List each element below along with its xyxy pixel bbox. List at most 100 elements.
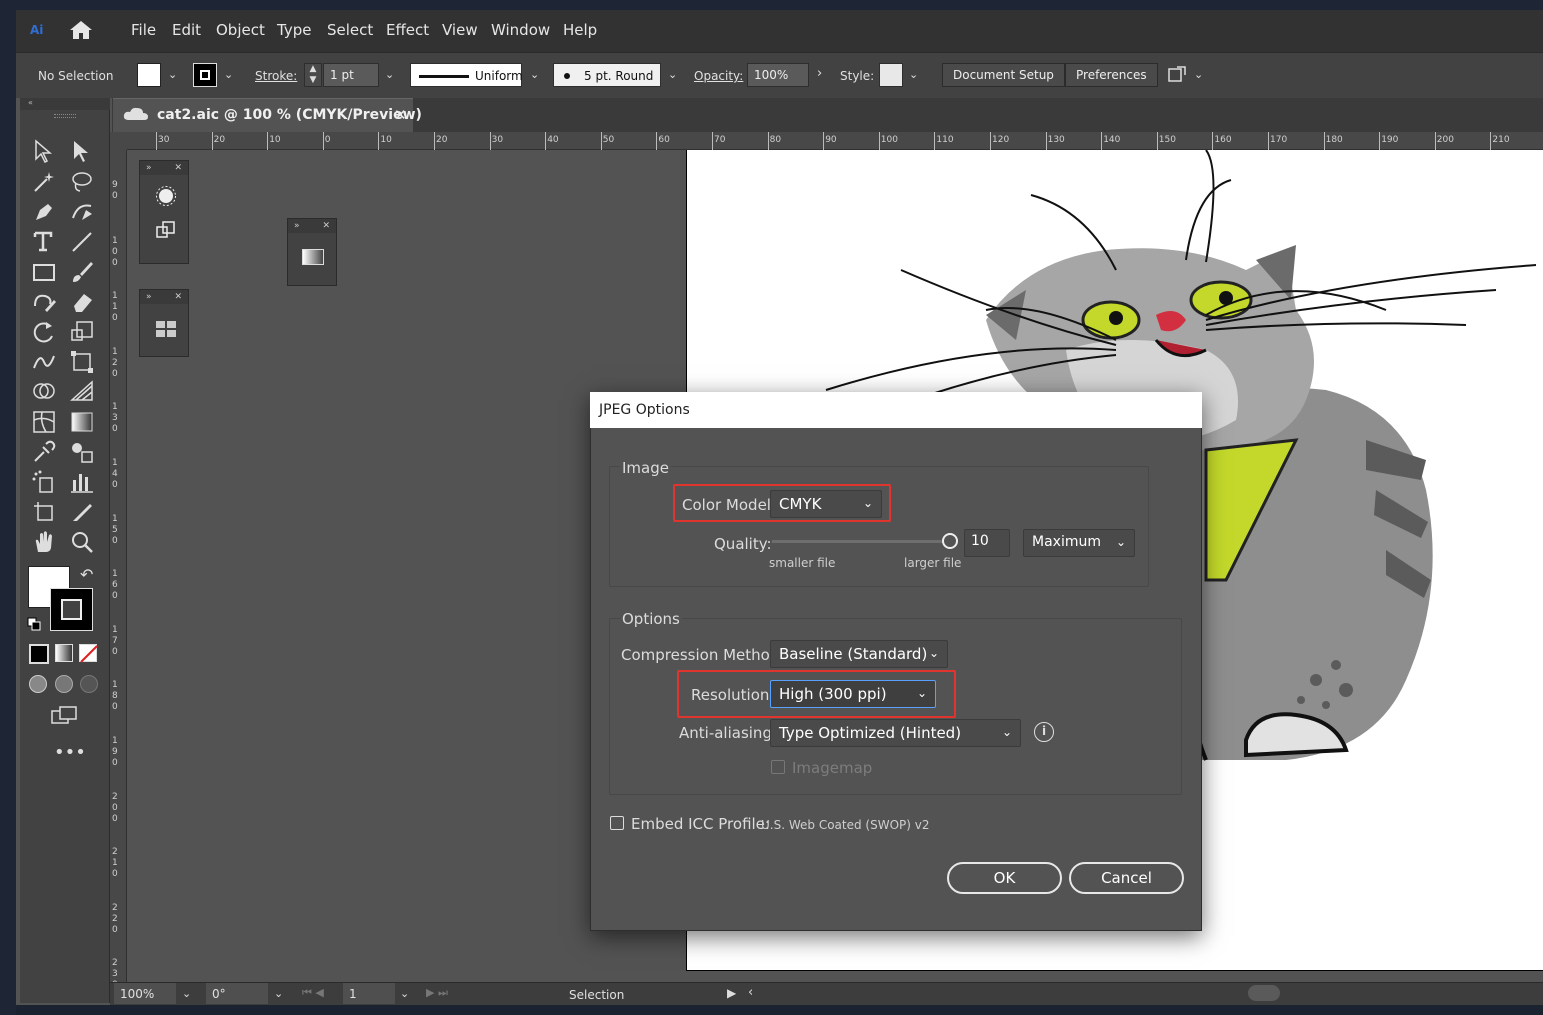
panel-close-icon[interactable]: ✕ — [174, 163, 182, 173]
column-graph-tool-icon[interactable] — [68, 468, 96, 496]
symbol-sprayer-tool-icon[interactable] — [30, 468, 58, 496]
scale-tool-icon[interactable] — [68, 318, 96, 346]
fill-swatch[interactable] — [137, 63, 161, 87]
stroke-swatch[interactable] — [193, 63, 217, 87]
menu-type[interactable]: Type — [277, 21, 311, 39]
horizontal-ruler[interactable]: 30 20 10 0 10 20 30 40 50 60 70 80 90 100 110 120 130 140… — [127, 132, 1543, 150]
opacity-label[interactable]: Opacity: — [694, 69, 743, 83]
home-icon[interactable] — [68, 19, 94, 45]
paintbrush-tool-icon[interactable] — [68, 258, 96, 286]
eraser-tool-icon[interactable] — [68, 288, 96, 316]
artboard-tool-icon[interactable] — [30, 498, 58, 526]
vertical-ruler[interactable]: 9 0 1 0 0 1 1 0 1 2 0 1 3 0 1 4 0 1 5 0 1 6 0 1 … — [110, 150, 127, 990]
panel-expand-icon[interactable]: » — [146, 163, 152, 173]
rectangle-tool-icon[interactable] — [30, 258, 58, 286]
gradient-tool-icon[interactable] — [68, 408, 96, 436]
menu-object[interactable]: Object — [216, 21, 265, 39]
swap-fill-stroke-icon[interactable]: ↶ — [80, 565, 93, 584]
first-artboard-icon[interactable]: ⏮ ◀ — [302, 986, 324, 1000]
zoom-chevron-icon[interactable]: ⌄ — [182, 987, 191, 1000]
close-tab-icon[interactable]: ✕ — [394, 106, 407, 124]
shaper-tool-icon[interactable] — [30, 288, 58, 316]
last-artboard-icon[interactable]: ▶ ⏭ — [426, 986, 448, 1000]
curvature-tool-icon[interactable] — [68, 198, 96, 226]
color-mode-icon[interactable] — [29, 644, 49, 664]
zoom-input[interactable]: 100% — [114, 983, 176, 1004]
mesh-tool-icon[interactable] — [30, 408, 58, 436]
ok-button[interactable]: OK — [947, 862, 1062, 894]
stroke-stepper[interactable]: ▲ ▼ — [304, 63, 322, 87]
sun-icon[interactable] — [155, 185, 188, 211]
quality-slider-track[interactable] — [772, 540, 950, 543]
document-setup-button[interactable]: Document Setup — [942, 63, 1065, 87]
gradient-mode-icon[interactable] — [55, 644, 73, 662]
perspective-grid-tool-icon[interactable] — [68, 378, 96, 406]
swatches-icon[interactable] — [155, 320, 188, 342]
transform-icon[interactable] — [155, 219, 188, 245]
color-model-select[interactable]: CMYK ⌄ — [770, 490, 882, 518]
edit-toolbar-icon[interactable]: ••• — [54, 742, 86, 763]
stroke-proxy[interactable] — [50, 588, 93, 631]
gradient-icon[interactable] — [302, 249, 324, 265]
draw-behind-icon[interactable] — [55, 675, 73, 693]
quality-preset-select[interactable]: Maximum ⌄ — [1023, 529, 1135, 557]
toolbar-grip[interactable] — [54, 114, 76, 118]
rotate-tool-icon[interactable] — [30, 318, 58, 346]
toolbar-collapse-handle[interactable]: « — [20, 98, 110, 110]
menu-edit[interactable]: Edit — [172, 21, 201, 39]
opacity-input[interactable]: 100% — [747, 63, 809, 87]
brush-select[interactable]: 5 pt. Round — [553, 63, 661, 87]
stroke-profile-chevron-icon[interactable]: ⌄ — [530, 68, 539, 81]
embed-icc-checkbox[interactable] — [610, 816, 624, 830]
menu-file[interactable]: File — [131, 21, 156, 39]
menu-window[interactable]: Window — [491, 21, 550, 39]
antialiasing-select[interactable]: Type Optimized (Hinted) ⌄ — [770, 719, 1021, 747]
status-menu-arrow-icon[interactable]: ▶ — [727, 986, 736, 1000]
line-tool-icon[interactable] — [68, 228, 96, 256]
arrange-documents-icon[interactable] — [1166, 64, 1188, 90]
width-tool-icon[interactable] — [30, 348, 58, 376]
magic-wand-tool-icon[interactable] — [30, 168, 58, 196]
panel-close-icon[interactable]: ✕ — [322, 221, 330, 231]
preferences-button[interactable]: Preferences — [1065, 63, 1158, 87]
ruler-origin[interactable] — [110, 132, 127, 150]
rotation-input[interactable]: 0° — [206, 983, 268, 1004]
resolution-select[interactable]: High (300 ppi) ⌄ — [770, 680, 936, 708]
hand-tool-icon[interactable] — [30, 528, 58, 556]
stroke-profile-select[interactable]: Uniform — [410, 63, 523, 87]
panel-expand-icon[interactable]: » — [294, 221, 300, 231]
brush-chevron-icon[interactable]: ⌄ — [668, 68, 677, 81]
default-colors-icon[interactable] — [27, 616, 41, 631]
artboard-number-input[interactable]: 1 — [343, 983, 395, 1004]
type-tool-icon[interactable] — [30, 228, 58, 256]
menu-view[interactable]: View — [442, 21, 478, 39]
horizontal-scrollbar-thumb[interactable] — [1248, 985, 1280, 1001]
shape-builder-tool-icon[interactable] — [30, 378, 58, 406]
draw-normal-icon[interactable] — [29, 675, 47, 693]
arrange-chevron-icon[interactable]: ⌄ — [1194, 68, 1203, 81]
stroke-label[interactable]: Stroke: — [255, 69, 297, 83]
eyedropper-tool-icon[interactable] — [30, 438, 58, 466]
panel-close-icon[interactable]: ✕ — [174, 292, 182, 302]
menu-help[interactable]: Help — [563, 21, 597, 39]
stroke-dropdown-chevron-icon[interactable]: ⌄ — [224, 68, 233, 81]
fill-dropdown-chevron-icon[interactable]: ⌄ — [168, 68, 177, 81]
panel-expand-icon[interactable]: » — [146, 292, 152, 302]
quality-slider-thumb[interactable] — [942, 533, 958, 549]
stroke-weight-input[interactable]: 1 pt — [323, 63, 379, 87]
blend-tool-icon[interactable] — [68, 438, 96, 466]
rotation-chevron-icon[interactable]: ⌄ — [274, 987, 283, 1000]
free-transform-tool-icon[interactable] — [68, 348, 96, 376]
quality-input[interactable]: 10 — [964, 529, 1010, 557]
selection-tool-icon[interactable] — [30, 138, 58, 166]
none-mode-icon[interactable] — [79, 644, 98, 663]
menu-select[interactable]: Select — [327, 21, 373, 39]
info-icon[interactable]: i — [1034, 722, 1054, 742]
slice-tool-icon[interactable] — [68, 498, 96, 526]
compression-select[interactable]: Baseline (Standard) ⌄ — [770, 640, 948, 668]
lasso-tool-icon[interactable] — [68, 168, 96, 196]
style-chevron-icon[interactable]: ⌄ — [909, 68, 918, 81]
opacity-arrow-icon[interactable]: › — [817, 66, 822, 81]
cancel-button[interactable]: Cancel — [1069, 862, 1184, 894]
screen-mode-icon[interactable] — [50, 705, 78, 731]
